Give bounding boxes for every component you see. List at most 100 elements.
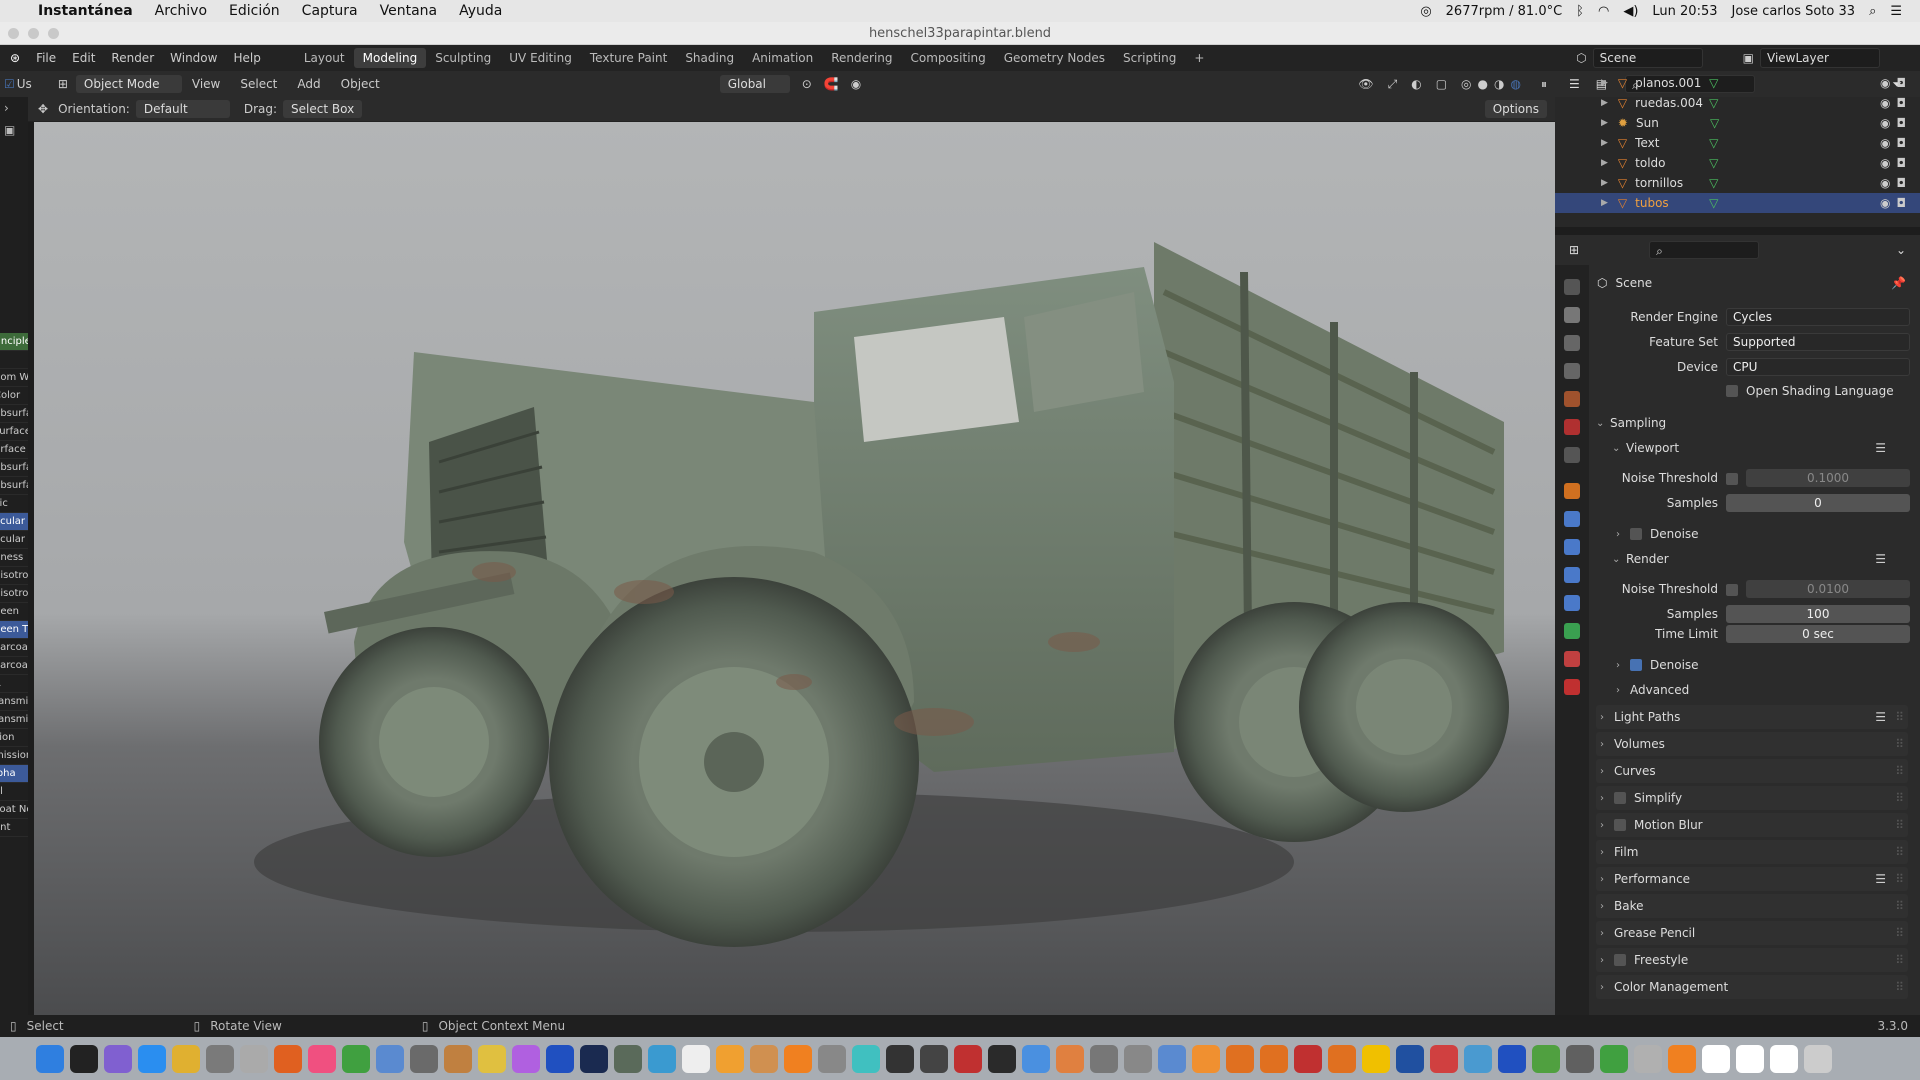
tab-compositing[interactable]: Compositing	[902, 48, 995, 68]
expand-arrow-icon[interactable]: ▶	[1601, 98, 1608, 108]
dock-app-icon[interactable]	[1226, 1044, 1254, 1073]
panel-film[interactable]: › Film ⠿	[1596, 840, 1908, 864]
solid-shading-icon[interactable]: ●	[1478, 77, 1488, 91]
mesh-data-icon[interactable]: ▽	[1709, 96, 1718, 110]
drag-handle-icon[interactable]: ⠿	[1895, 737, 1904, 751]
shader-input-label[interactable]: hness	[0, 549, 28, 567]
eye-icon[interactable]: ◉	[1880, 196, 1890, 210]
pivot-icon[interactable]: ⊙	[802, 77, 812, 91]
dock-app-icon[interactable]	[716, 1044, 744, 1073]
tool-select-icon[interactable]: ▣	[0, 115, 28, 137]
camera-icon[interactable]: ◘	[1897, 76, 1907, 90]
viewport-subpanel-header[interactable]: ⌄ Viewport ☰	[1612, 437, 1908, 459]
presets-list-icon[interactable]: ☰	[1875, 552, 1886, 566]
close-window-icon[interactable]	[8, 28, 19, 39]
camera-icon[interactable]: ◘	[1897, 196, 1907, 210]
drag-handle-icon[interactable]: ⠿	[1895, 926, 1904, 940]
dock-app-icon[interactable]	[308, 1044, 336, 1073]
control-center-icon[interactable]: ☰	[1890, 4, 1902, 19]
dock-app-icon[interactable]	[886, 1044, 914, 1073]
mesh-data-icon[interactable]: ▽	[1709, 196, 1718, 210]
collapse-icon[interactable]: ›	[0, 97, 28, 115]
collection-tab-icon[interactable]	[1564, 447, 1580, 463]
render-samples-field[interactable]: 100	[1726, 605, 1910, 623]
mesh-data-icon[interactable]: ▽	[1709, 176, 1718, 190]
shader-input-label[interactable]: surface	[0, 423, 28, 441]
dock-app-icon[interactable]	[1090, 1044, 1118, 1073]
menu-edicion[interactable]: Edición	[229, 3, 280, 19]
drag-handle-icon[interactable]: ⠿	[1895, 764, 1904, 778]
properties-search-input[interactable]: ⌕	[1649, 241, 1760, 259]
dock-app-icon[interactable]	[784, 1044, 812, 1073]
dock-app-icon[interactable]	[274, 1044, 302, 1073]
menu-render[interactable]: Render	[103, 51, 162, 65]
presets-list-icon[interactable]: ☰	[1875, 710, 1886, 724]
drag-selector[interactable]: Select Box	[283, 100, 363, 118]
tab-scripting[interactable]: Scripting	[1114, 48, 1185, 68]
camera-icon[interactable]: ◘	[1897, 96, 1907, 110]
outliner-row[interactable]: ▶ ▽ toldo ▽ ◉ ◘	[1555, 153, 1920, 173]
expand-arrow-icon[interactable]: ▶	[1601, 178, 1608, 188]
dock-app-icon[interactable]	[376, 1044, 404, 1073]
panel-color-management[interactable]: › Color Management ⠿	[1596, 975, 1908, 999]
gizmo-icon[interactable]: ⤢	[1388, 77, 1398, 92]
panel-checkbox[interactable]	[1614, 792, 1626, 804]
eye-icon[interactable]: ◉	[1880, 96, 1890, 110]
outliner-item-name[interactable]: planos.001	[1635, 76, 1701, 90]
panel-curves[interactable]: › Curves ⠿	[1596, 759, 1908, 783]
menu-add[interactable]: Add	[287, 77, 330, 91]
osl-checkbox[interactable]	[1726, 385, 1738, 397]
zoom-window-icon[interactable]	[48, 28, 59, 39]
dock-app-icon[interactable]	[1600, 1044, 1628, 1073]
dock-app-icon[interactable]	[206, 1044, 234, 1073]
transform-orientation-selector[interactable]: Global	[719, 75, 790, 93]
shader-input-label[interactable]: ubsurfa	[0, 405, 28, 423]
dock-app-icon[interactable]	[240, 1044, 268, 1073]
dock-app-icon[interactable]	[852, 1044, 880, 1073]
dock-app-icon[interactable]	[1430, 1044, 1458, 1073]
clock[interactable]: Lun 20:53	[1652, 4, 1717, 19]
dock-app-icon[interactable]	[1532, 1044, 1560, 1073]
camera-icon[interactable]: ◘	[1897, 176, 1907, 190]
camera-icon[interactable]: ◘	[1897, 156, 1907, 170]
shader-input-label[interactable]: ransmis	[0, 693, 28, 711]
dock-app-icon[interactable]	[682, 1044, 710, 1073]
scene-icon[interactable]: ⬡	[1576, 51, 1586, 65]
dock-app-icon[interactable]	[410, 1044, 438, 1073]
view-layer-icon[interactable]: ▣	[1743, 51, 1754, 65]
outliner-item-name[interactable]: ruedas.004	[1635, 96, 1703, 110]
shader-input-label[interactable]: lpha	[0, 765, 28, 783]
viewport-noise-threshold-field[interactable]: 0.1000	[1746, 469, 1910, 487]
tab-modeling[interactable]: Modeling	[353, 48, 427, 68]
dock-app-icon[interactable]	[512, 1044, 540, 1073]
view-layer-selector[interactable]: ViewLayer	[1760, 48, 1880, 68]
viewport-denoise-checkbox[interactable]	[1630, 528, 1642, 540]
data-tab-icon[interactable]	[1564, 623, 1580, 639]
presets-list-icon[interactable]: ☰	[1875, 441, 1886, 455]
creative-cloud-icon[interactable]: ◎	[1420, 4, 1431, 19]
outliner-item-name[interactable]: Text	[1635, 136, 1695, 150]
camera-icon[interactable]: ◘	[1897, 116, 1907, 130]
snap-icon[interactable]: 🧲	[824, 77, 839, 91]
mode-selector[interactable]: Object Mode	[75, 75, 182, 93]
scene-selector[interactable]: Scene	[1592, 48, 1703, 68]
dock-app-icon[interactable]	[1022, 1044, 1050, 1073]
tab-texture-paint[interactable]: Texture Paint	[581, 48, 676, 68]
shader-input-label[interactable]: llic	[0, 495, 28, 513]
wifi-icon[interactable]: ◠	[1598, 4, 1609, 19]
outliner-item-name[interactable]: tubos	[1635, 196, 1695, 210]
outliner-item-name[interactable]: Sun	[1636, 116, 1696, 130]
blender-logo-icon[interactable]: ⊛	[0, 51, 28, 65]
dock-app-icon[interactable]	[138, 1044, 166, 1073]
drag-handle-icon[interactable]: ⠿	[1895, 710, 1904, 724]
drag-handle-icon[interactable]: ⠿	[1895, 953, 1904, 967]
panel-bake[interactable]: › Bake ⠿	[1596, 894, 1908, 918]
dock-app-icon[interactable]	[1770, 1044, 1798, 1073]
app-name[interactable]: Instantánea	[38, 3, 133, 19]
shader-input-label[interactable]: mission	[0, 747, 28, 765]
drag-handle-icon[interactable]: ⠿	[1895, 872, 1904, 886]
expand-arrow-icon[interactable]: ▶	[1601, 158, 1608, 168]
dock-app-icon[interactable]	[1260, 1044, 1288, 1073]
outliner-row[interactable]: ▶ ▽ tubos ▽ ◉ ◘	[1555, 193, 1920, 213]
drag-handle-icon[interactable]: ⠿	[1895, 791, 1904, 805]
